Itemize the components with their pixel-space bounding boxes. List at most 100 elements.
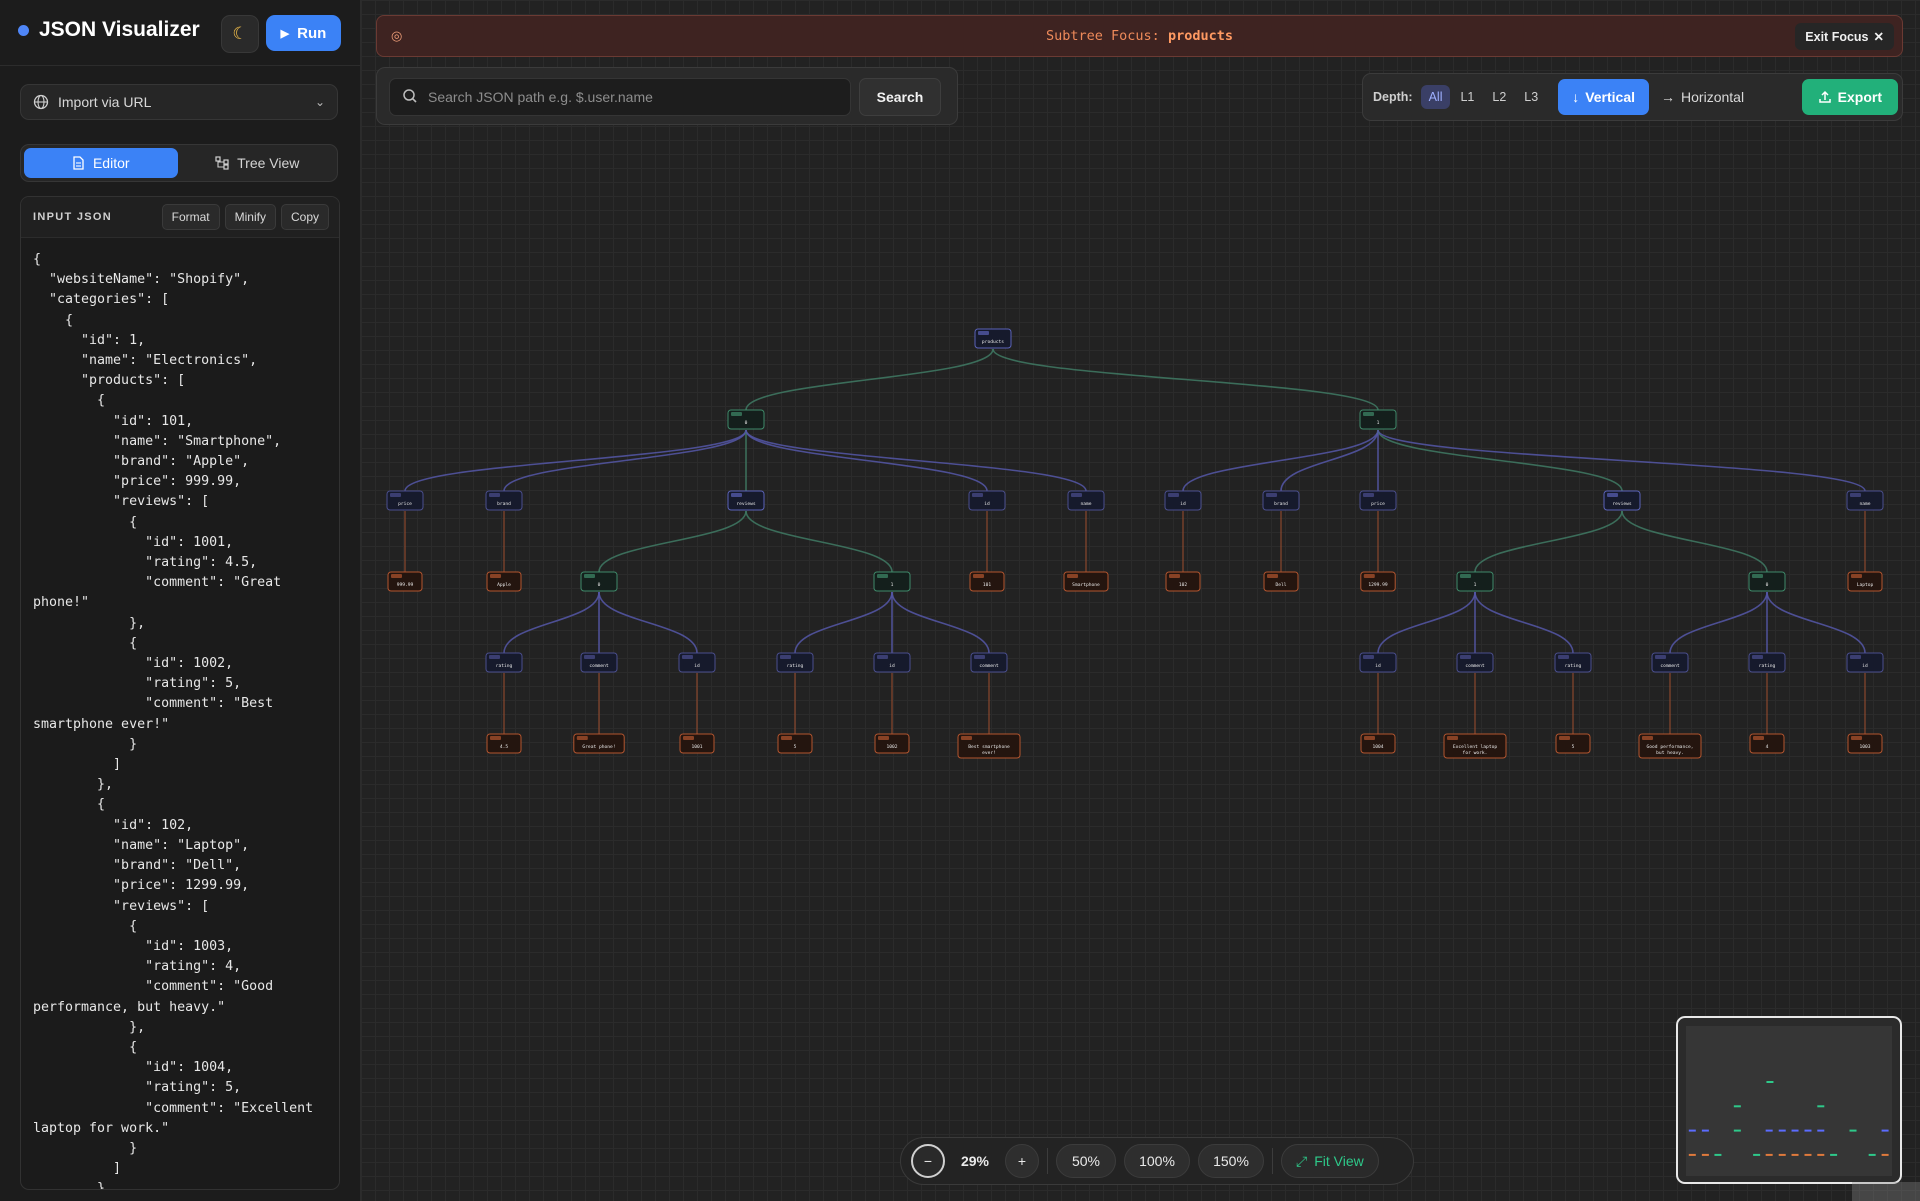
json-code-textarea[interactable]: { "websiteName": "Shopify", "categories"… xyxy=(21,238,339,1189)
tree-node-array[interactable]: products xyxy=(974,328,1012,349)
tree-edge xyxy=(992,348,1379,411)
node-type-badge xyxy=(1266,493,1277,497)
tree-node-value[interactable]: Apple xyxy=(486,571,522,592)
fit-view-button[interactable]: ⤢ Fit View xyxy=(1281,1144,1379,1178)
tree-node-key[interactable]: rating xyxy=(1554,652,1592,673)
tree-node-object[interactable]: 0 xyxy=(1748,571,1786,592)
tree-node-object[interactable]: 1 xyxy=(873,571,911,592)
tree-node-key[interactable]: rating xyxy=(1748,652,1786,673)
tree-node-value[interactable]: Excellent laptop for work. xyxy=(1443,733,1507,759)
zoom-50-button[interactable]: 50% xyxy=(1056,1144,1116,1178)
tree-edge xyxy=(503,591,600,654)
tree-node-value[interactable]: 5 xyxy=(777,733,813,754)
vertical-layout-button[interactable]: ↓ Vertical xyxy=(1558,79,1650,115)
graph-canvas[interactable]: products 0 1 price brand reviews id name id brand… xyxy=(361,0,1920,1201)
tree-node-key[interactable]: id xyxy=(1164,490,1202,511)
tree-node-value[interactable]: 4 xyxy=(1749,733,1785,754)
run-button[interactable]: ▶ Run xyxy=(266,15,341,51)
tree-node-key[interactable]: name xyxy=(1846,490,1884,511)
tree-node-object[interactable]: 1 xyxy=(1456,571,1494,592)
tree-node-object[interactable]: 0 xyxy=(580,571,618,592)
tree-node-value[interactable]: Good performance, but heavy. xyxy=(1638,733,1702,759)
tree-node-value[interactable]: 101 xyxy=(969,571,1005,592)
tree-node-value[interactable]: Best smartphone ever! xyxy=(957,733,1021,759)
node-type-badge xyxy=(1851,574,1862,578)
format-button[interactable]: Format xyxy=(161,204,220,230)
tree-edge xyxy=(745,429,988,492)
tree-node-label: brand xyxy=(497,501,511,507)
tree-node-key[interactable]: rating xyxy=(485,652,523,673)
app-title: JSON Visualizer xyxy=(39,18,200,41)
tree-node-object[interactable]: 0 xyxy=(727,409,765,430)
node-type-badge xyxy=(576,736,588,740)
tree-node-label: 4 xyxy=(1766,744,1769,750)
tree-node-key[interactable]: brand xyxy=(1262,490,1300,511)
zoom-in-button[interactable]: + xyxy=(1005,1144,1039,1178)
minimap-handle[interactable] xyxy=(1852,1182,1920,1201)
tree-node-key[interactable]: price xyxy=(386,490,424,511)
zoom-100-button[interactable]: 100% xyxy=(1124,1144,1190,1178)
tab-tree-view[interactable]: Tree View xyxy=(181,148,335,178)
exit-focus-button[interactable]: Exit Focus ✕ xyxy=(1795,23,1894,50)
tree-node-value[interactable]: Dell xyxy=(1263,571,1299,592)
theme-toggle-button[interactable]: ☾ xyxy=(221,15,259,53)
tree-node-key[interactable]: id xyxy=(678,652,716,673)
node-type-badge xyxy=(780,655,791,659)
tree-node-value[interactable]: 1002 xyxy=(874,733,910,754)
tree-node-key[interactable]: name xyxy=(1067,490,1105,511)
tree-node-label: 1004 xyxy=(1372,744,1383,750)
tree-node-key[interactable]: comment xyxy=(1651,652,1689,673)
depth-l3-button[interactable]: L3 xyxy=(1516,85,1546,109)
tree-node-value[interactable]: Great phone! xyxy=(573,733,625,754)
minimap-node xyxy=(1804,1153,1812,1156)
tree-node-value[interactable]: 1004 xyxy=(1360,733,1396,754)
tree-node-key[interactable]: comment xyxy=(1456,652,1494,673)
zoom-out-button[interactable]: − xyxy=(911,1144,945,1178)
copy-button[interactable]: Copy xyxy=(280,204,329,230)
tree-node-array[interactable]: reviews xyxy=(727,490,765,511)
tree-node-value[interactable]: 1003 xyxy=(1847,733,1883,754)
tree-node-key[interactable]: id xyxy=(873,652,911,673)
depth-all-button[interactable]: All xyxy=(1420,85,1451,109)
tree-node-key[interactable]: id xyxy=(1359,652,1397,673)
tree-node-key[interactable]: rating xyxy=(776,652,814,673)
tree-node-key[interactable]: comment xyxy=(580,652,618,673)
tab-editor[interactable]: Editor xyxy=(24,148,178,178)
tree-node-array[interactable]: reviews xyxy=(1603,490,1641,511)
horizontal-layout-button[interactable]: → Horizontal xyxy=(1649,79,1756,115)
tree-node-key[interactable]: brand xyxy=(485,490,523,511)
tree-node-key[interactable]: price xyxy=(1359,490,1397,511)
node-type-badge xyxy=(490,736,501,740)
tree-node-label: id xyxy=(984,501,990,507)
zoom-150-button[interactable]: 150% xyxy=(1198,1144,1264,1178)
tree-node-value[interactable]: 102 xyxy=(1165,571,1201,592)
minify-button[interactable]: Minify xyxy=(224,204,276,230)
minimap-node xyxy=(1849,1129,1857,1132)
tree-node-object[interactable]: 1 xyxy=(1359,409,1397,430)
depth-l1-button[interactable]: L1 xyxy=(1452,85,1482,109)
close-icon: ✕ xyxy=(1873,30,1884,44)
tree-node-key[interactable]: comment xyxy=(970,652,1008,673)
app-brand: JSON Visualizer xyxy=(18,18,200,42)
search-button[interactable]: Search xyxy=(859,78,941,116)
import-url-dropdown[interactable]: Import via URL ⌄ xyxy=(20,84,338,120)
tree-node-key[interactable]: id xyxy=(1846,652,1884,673)
tree-node-value[interactable]: Laptop xyxy=(1847,571,1883,592)
tree-node-label: 1003 xyxy=(1859,744,1870,750)
tree-node-value[interactable]: 1299.99 xyxy=(1360,571,1396,592)
minimap-viewport xyxy=(1686,1026,1892,1181)
export-button[interactable]: Export xyxy=(1801,79,1898,115)
tree-node-value[interactable]: 5 xyxy=(1555,733,1591,754)
node-type-badge xyxy=(584,574,595,578)
search-input[interactable] xyxy=(426,88,830,106)
tree-node-value[interactable]: 4.5 xyxy=(486,733,522,754)
minimap[interactable] xyxy=(1676,1016,1902,1184)
search-field[interactable] xyxy=(389,78,851,116)
tree-node-key[interactable]: id xyxy=(968,490,1006,511)
tree-node-value[interactable]: 999.99 xyxy=(387,571,423,592)
tree-node-value[interactable]: 1001 xyxy=(679,733,715,754)
tree-edge xyxy=(598,510,747,573)
depth-l2-button[interactable]: L2 xyxy=(1484,85,1514,109)
tree-node-label: Great phone! xyxy=(582,744,615,750)
tree-node-value[interactable]: Smartphone xyxy=(1063,571,1109,592)
